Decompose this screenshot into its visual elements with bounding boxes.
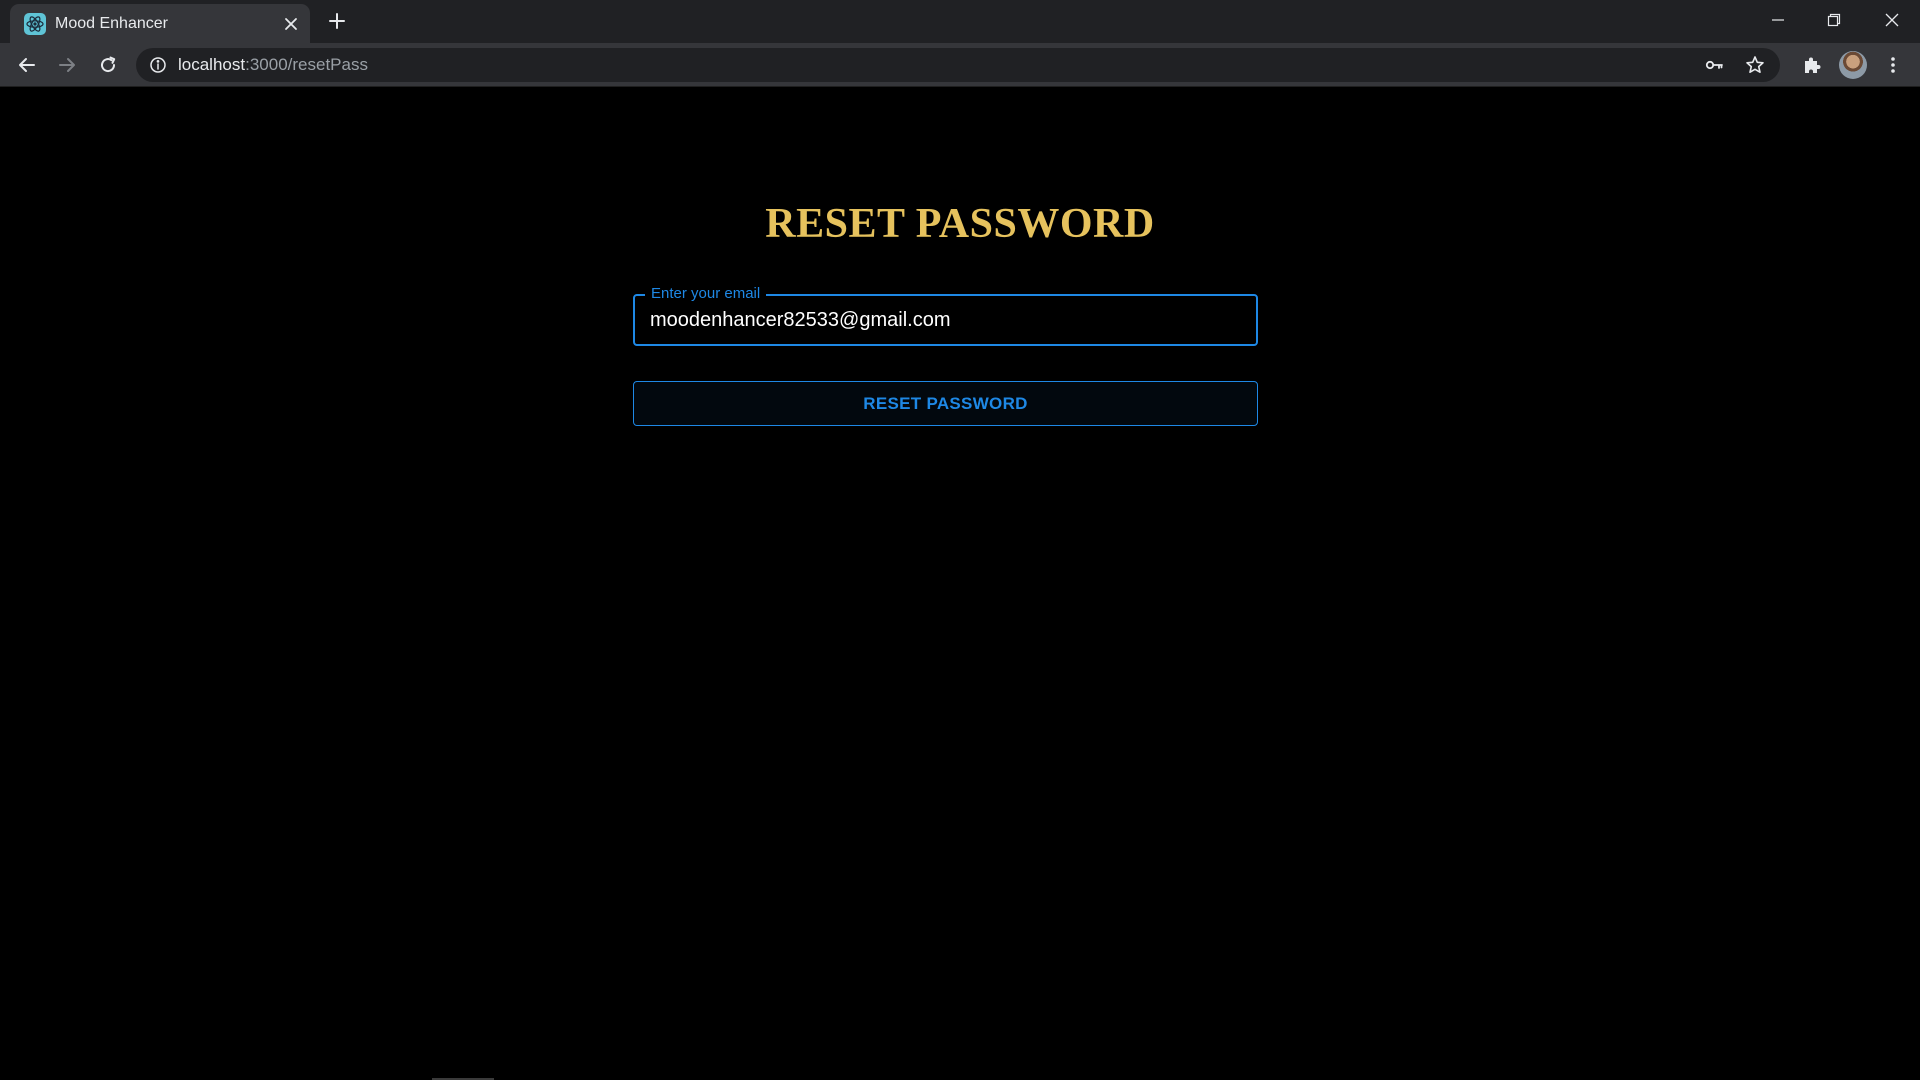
page-title: RESET PASSWORD — [765, 201, 1155, 247]
key-icon[interactable] — [1704, 55, 1724, 75]
info-icon[interactable] — [148, 55, 168, 75]
page-content: RESET PASSWORD Enter your email RESET PA… — [0, 88, 1920, 1080]
reload-icon[interactable] — [93, 50, 123, 80]
puzzle-icon[interactable] — [1797, 50, 1827, 80]
minimize-window-icon[interactable] — [1750, 0, 1806, 40]
browser-toolbar: localhost:3000/resetPass — [0, 43, 1920, 87]
tab-title: Mood Enhancer — [55, 15, 168, 32]
reset-password-button[interactable]: RESET PASSWORD — [633, 381, 1258, 426]
browser-tab[interactable]: Mood Enhancer — [10, 4, 310, 43]
plus-icon[interactable] — [325, 9, 349, 33]
url-host: localhost — [178, 55, 246, 74]
browser-title-bar: Mood Enhancer — [0, 0, 1920, 43]
url-text: localhost:3000/resetPass — [178, 48, 368, 82]
close-window-icon[interactable] — [1864, 0, 1920, 40]
address-bar[interactable]: localhost:3000/resetPass — [136, 48, 1780, 82]
close-icon[interactable] — [280, 13, 302, 35]
avatar[interactable] — [1839, 51, 1867, 79]
kebab-menu-icon[interactable] — [1878, 50, 1908, 80]
email-field-label: Enter your email — [645, 284, 767, 304]
star-icon[interactable] — [1744, 54, 1766, 76]
arrow-right-icon[interactable] — [52, 50, 82, 80]
arrow-left-icon[interactable] — [12, 50, 42, 80]
restore-window-icon[interactable] — [1806, 0, 1862, 40]
url-path: :3000/resetPass — [245, 55, 368, 74]
react-logo-icon — [24, 13, 46, 35]
email-field[interactable]: Enter your email — [633, 284, 1258, 346]
